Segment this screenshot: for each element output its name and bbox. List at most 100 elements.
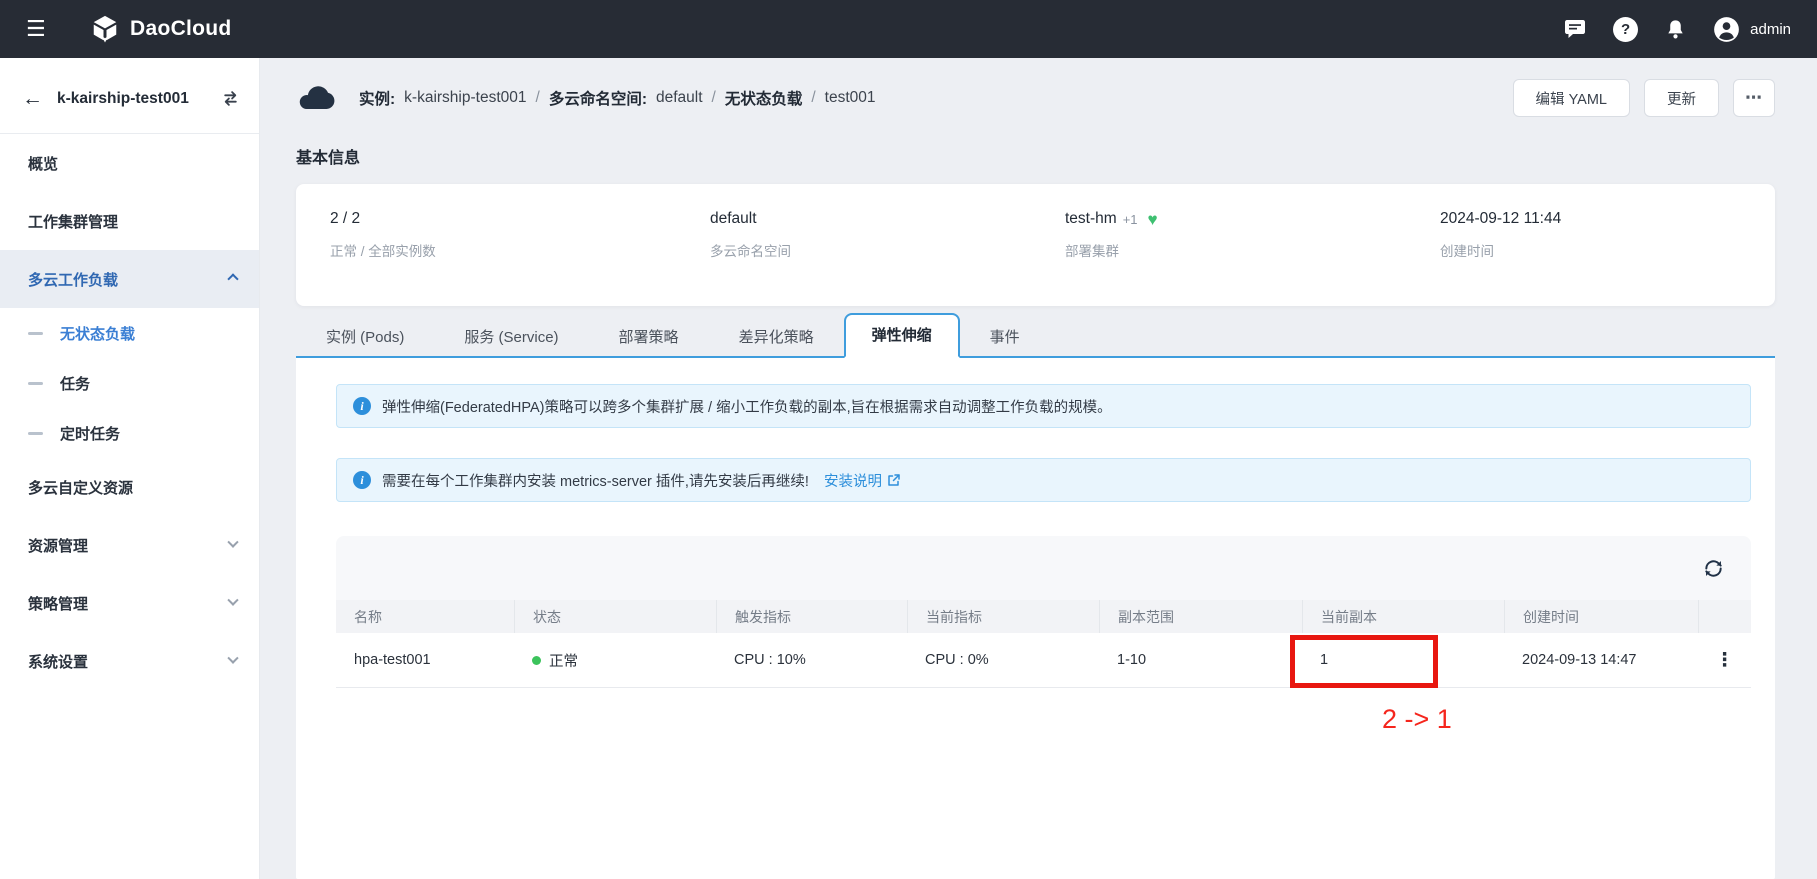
sidebar-item-custom-resources[interactable]: 多云自定义资源	[0, 458, 259, 516]
help-icon[interactable]: ?	[1613, 17, 1638, 42]
sidebar-item-overview[interactable]: 概览	[0, 134, 259, 192]
breadcrumb-separator: /	[536, 89, 540, 107]
status-text: 正常	[549, 650, 578, 671]
cell-created: 2024-09-13 14:47	[1504, 652, 1698, 668]
info-alert-hpa: i 弹性伸缩(FederatedHPA)策略可以跨多个集群扩展 / 缩小工作负载…	[336, 384, 1751, 428]
field-label: 正常 / 全部实例数	[330, 240, 710, 260]
breadcrumb-separator: /	[811, 89, 815, 107]
tab-pods[interactable]: 实例 (Pods)	[296, 317, 434, 356]
sidebar-item-label: 系统设置	[28, 651, 88, 672]
chevron-down-icon	[227, 537, 238, 548]
dash-icon	[28, 332, 43, 335]
switch-cluster-icon[interactable]	[222, 90, 239, 107]
hamburger-menu-icon[interactable]: ☰	[26, 16, 56, 42]
field-label: 创建时间	[1440, 240, 1775, 260]
col-replicas: 当前副本	[1302, 600, 1504, 633]
sidebar-item-label: 定时任务	[60, 423, 120, 444]
dash-icon	[28, 382, 43, 385]
breadcrumb-workload-name: test001	[825, 89, 876, 107]
sidebar-item-label: 工作集群管理	[28, 211, 118, 232]
user-menu[interactable]: admin	[1713, 16, 1791, 43]
info-alert-metrics-server: i 需要在每个工作集群内安装 metrics-server 插件,请先安装后再继…	[336, 458, 1751, 502]
table-toolbar	[336, 536, 1751, 600]
tab-deploy-policy[interactable]: 部署策略	[589, 317, 709, 356]
brand-name: DaoCloud	[130, 17, 232, 41]
col-range: 副本范围	[1099, 600, 1302, 633]
info-icon: i	[353, 397, 371, 415]
edit-yaml-button[interactable]: 编辑 YAML	[1513, 79, 1630, 117]
cloud-icon	[296, 84, 336, 112]
sidebar-item-multicloud-workloads[interactable]: 多云工作负载	[0, 250, 259, 308]
sidebar-item-label: 无状态负载	[60, 323, 135, 344]
sidebar-item-label: 概览	[28, 153, 58, 174]
breadcrumb-instance-label: 实例:	[359, 87, 395, 109]
basic-info-card: 2 / 2 正常 / 全部实例数 default 多云命名空间 test-hm …	[296, 184, 1775, 306]
breadcrumb-workload-type[interactable]: 无状态负载	[725, 87, 803, 109]
tab-service[interactable]: 服务 (Service)	[434, 317, 588, 356]
sidebar-item-label: 策略管理	[28, 593, 88, 614]
cell-trigger: CPU : 10%	[716, 652, 907, 668]
notification-bell-icon[interactable]	[1664, 18, 1687, 41]
sidebar-item-jobs[interactable]: 任务	[0, 358, 259, 408]
breadcrumb-separator: /	[712, 89, 716, 107]
dash-icon	[28, 432, 43, 435]
install-guide-link[interactable]: 安装说明	[824, 470, 901, 491]
sidebar-item-label: 多云工作负载	[28, 269, 118, 290]
cell-range: 1-10	[1099, 652, 1302, 668]
info-field-clusters: test-hm +1 ♥ 部署集群	[1065, 210, 1440, 260]
sidebar-item-resource-management[interactable]: 资源管理	[0, 516, 259, 574]
cell-current: CPU : 0%	[907, 652, 1099, 668]
field-label: 部署集群	[1065, 240, 1440, 260]
daocloud-logo-icon	[90, 14, 120, 44]
alert-text: 需要在每个工作集群内安装 metrics-server 插件,请先安装后再继续!	[382, 470, 809, 491]
hpa-table: 名称 状态 触发指标 当前指标 副本范围 当前副本 创建时间 hpa-test0…	[336, 536, 1751, 735]
chevron-down-icon	[227, 595, 238, 606]
field-value: 2024-09-12 11:44	[1440, 210, 1775, 228]
col-name: 名称	[336, 600, 514, 633]
back-arrow-icon[interactable]: ←	[22, 88, 43, 109]
col-actions	[1698, 600, 1751, 633]
avatar-icon	[1713, 16, 1740, 43]
info-icon: i	[353, 471, 371, 489]
alert-text: 弹性伸缩(FederatedHPA)策略可以跨多个集群扩展 / 缩小工作负载的副…	[382, 396, 1112, 417]
sidebar-item-system-settings[interactable]: 系统设置	[0, 632, 259, 690]
install-guide-link-text: 安装说明	[824, 470, 882, 491]
info-field-replicas: 2 / 2 正常 / 全部实例数	[330, 210, 710, 260]
chevron-up-icon	[227, 273, 238, 284]
sidebar-item-stateless-workloads[interactable]: 无状态负载	[0, 308, 259, 358]
cluster-name: k-kairship-test001	[57, 90, 189, 108]
sidebar-item-cronjobs[interactable]: 定时任务	[0, 408, 259, 458]
breadcrumb-instance-value[interactable]: k-kairship-test001	[404, 89, 526, 107]
info-field-namespace: default 多云命名空间	[710, 210, 1065, 260]
breadcrumb-namespace-value[interactable]: default	[656, 89, 703, 107]
cluster-extra-count[interactable]: +1	[1123, 212, 1138, 227]
sidebar-item-policy-management[interactable]: 策略管理	[0, 574, 259, 632]
more-actions-button[interactable]: ⋯	[1733, 79, 1775, 117]
tab-panel: i 弹性伸缩(FederatedHPA)策略可以跨多个集群扩展 / 缩小工作负载…	[296, 358, 1775, 879]
col-created: 创建时间	[1504, 600, 1698, 633]
update-button[interactable]: 更新	[1644, 79, 1719, 117]
sidebar-item-label: 多云自定义资源	[28, 477, 133, 498]
tab-bar: 实例 (Pods) 服务 (Service) 部署策略 差异化策略 弹性伸缩 事…	[296, 318, 1775, 358]
external-link-icon	[887, 473, 901, 487]
tab-events[interactable]: 事件	[960, 317, 1050, 356]
sidebar-item-worker-clusters[interactable]: 工作集群管理	[0, 192, 259, 250]
field-value: default	[710, 210, 1065, 228]
status-dot-icon	[532, 656, 541, 665]
health-heart-icon: ♥	[1148, 211, 1158, 228]
row-kebab-menu-icon[interactable]: ⋮	[1715, 651, 1734, 670]
cell-current-replicas: 1	[1302, 652, 1504, 668]
chat-icon[interactable]	[1563, 17, 1587, 41]
info-field-created: 2024-09-12 11:44 创建时间	[1440, 210, 1775, 260]
breadcrumb-namespace-label: 多云命名空间:	[549, 87, 647, 109]
refresh-icon[interactable]	[1702, 557, 1725, 580]
cell-name[interactable]: hpa-test001	[336, 652, 514, 668]
sidebar-item-label: 资源管理	[28, 535, 88, 556]
sidebar: ← k-kairship-test001 概览 工作集群管理 多云工作负载 无状…	[0, 58, 260, 879]
tab-override-policy[interactable]: 差异化策略	[709, 317, 844, 356]
cell-status: 正常	[514, 650, 716, 671]
col-current: 当前指标	[907, 600, 1099, 633]
cluster-value: test-hm	[1065, 210, 1117, 228]
top-navbar: ☰ DaoCloud ?	[0, 0, 1817, 58]
tab-autoscaling[interactable]: 弹性伸缩	[844, 313, 960, 358]
